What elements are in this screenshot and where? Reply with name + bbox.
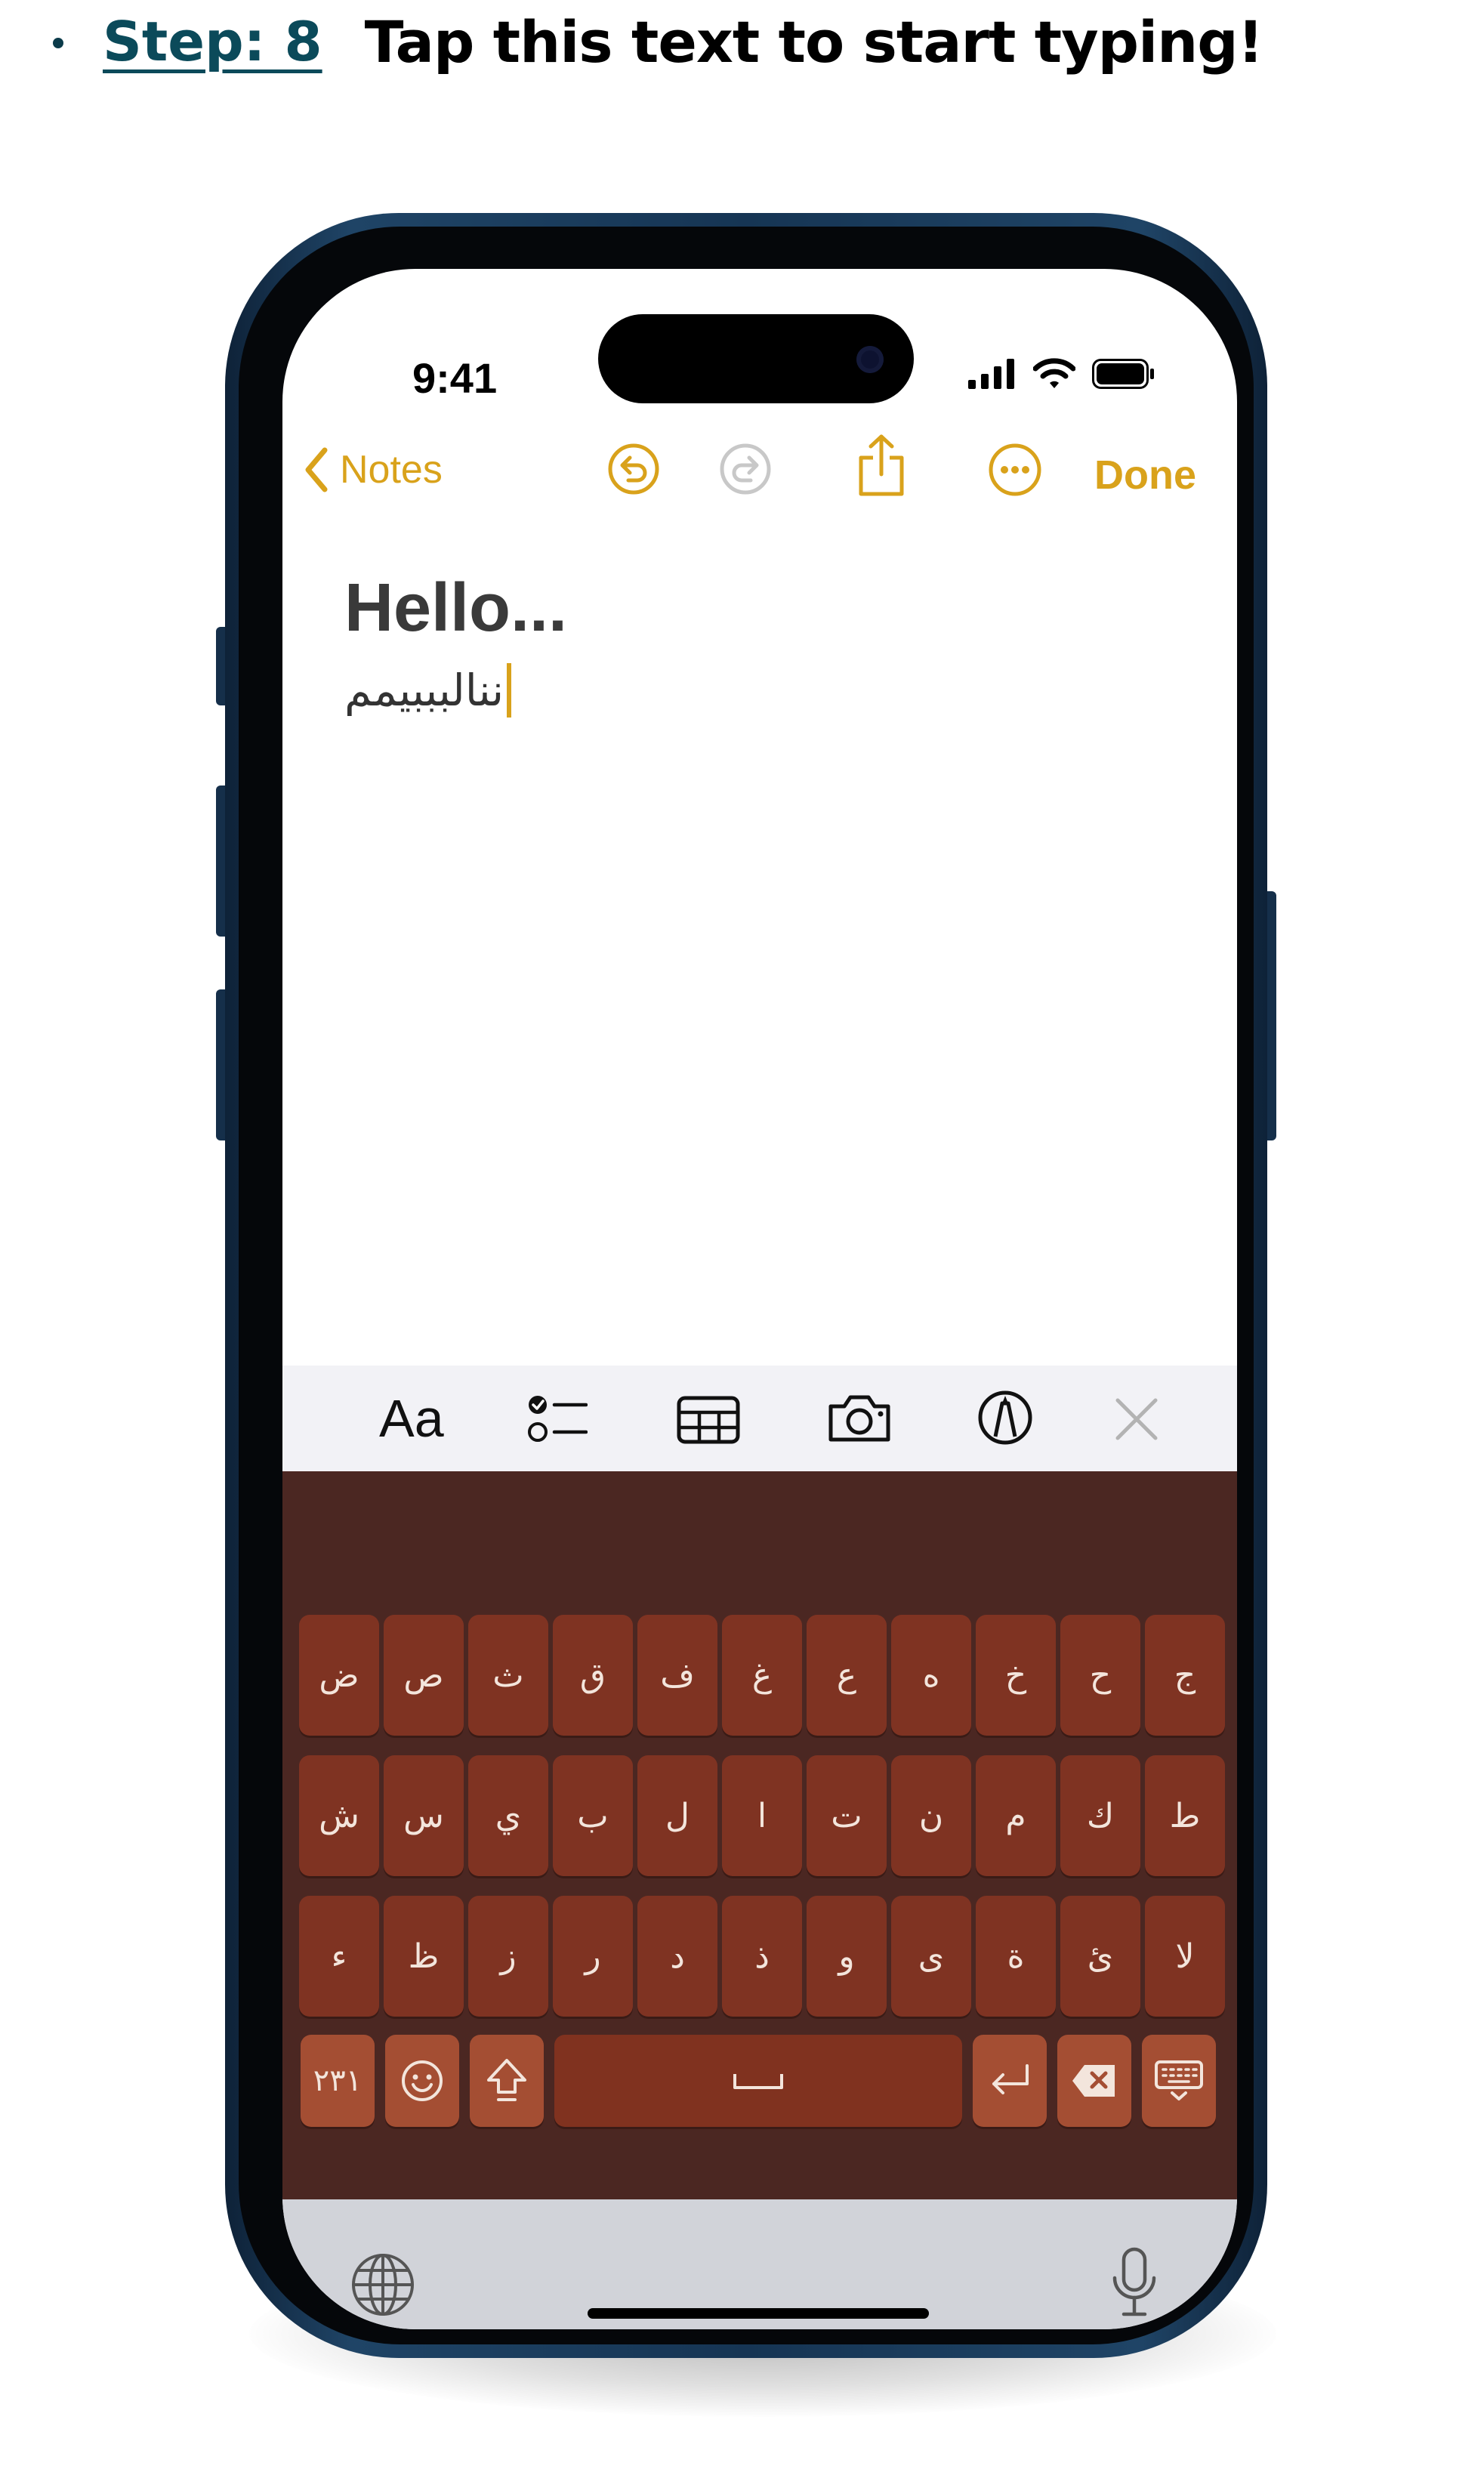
key[interactable]: ط xyxy=(1145,1755,1225,1876)
note-body-text: ننالبببيمم xyxy=(344,665,504,716)
home-indicator[interactable] xyxy=(588,2308,929,2319)
key[interactable]: ه xyxy=(891,1615,971,1736)
key[interactable]: ئ xyxy=(1060,1896,1140,2017)
battery-icon xyxy=(1092,359,1154,389)
key[interactable]: ح xyxy=(1060,1615,1140,1736)
bullet-point xyxy=(53,38,63,48)
key[interactable]: ل xyxy=(637,1755,717,1876)
key[interactable]: ت xyxy=(807,1755,887,1876)
key[interactable]: ب xyxy=(553,1755,633,1876)
key[interactable]: ا xyxy=(722,1755,802,1876)
key[interactable]: ء xyxy=(299,1896,379,2017)
key[interactable]: ر xyxy=(553,1896,633,2017)
note-body[interactable]: ننالبببيمم xyxy=(344,663,512,718)
redo-button[interactable] xyxy=(719,443,772,498)
checklist-button[interactable] xyxy=(527,1393,588,1449)
table-button[interactable] xyxy=(677,1396,740,1447)
redo-icon xyxy=(720,443,771,495)
key[interactable]: ن xyxy=(891,1755,971,1876)
table-icon xyxy=(677,1396,740,1444)
key[interactable]: ث xyxy=(468,1615,548,1736)
share-button[interactable] xyxy=(856,434,906,500)
notes-toolbar: Aa xyxy=(282,1366,1237,1471)
keyboard-dismiss-key[interactable] xyxy=(1142,2035,1216,2127)
return-icon xyxy=(992,2064,1029,2094)
camera-icon xyxy=(828,1395,890,1442)
undo-icon xyxy=(608,443,659,495)
more-icon xyxy=(989,443,1041,496)
text-caret xyxy=(507,663,512,718)
key[interactable]: ذ xyxy=(722,1896,802,2017)
key[interactable]: ز xyxy=(468,1896,548,2017)
wifi-icon xyxy=(1033,358,1075,388)
format-button[interactable]: Aa xyxy=(379,1388,444,1449)
key[interactable]: س xyxy=(384,1755,464,1876)
key[interactable]: د xyxy=(637,1896,717,2017)
shift-icon xyxy=(487,2059,526,2101)
status-time: 9:41 xyxy=(412,354,498,402)
back-label: Notes xyxy=(340,448,443,492)
phone-bezel: 9:41 Notes Done Hello... ننالبببيمم Aa ض… xyxy=(239,227,1254,2344)
phone-screen: 9:41 Notes Done Hello... ننالبببيمم Aa ض… xyxy=(282,269,1237,2329)
key[interactable]: م xyxy=(976,1755,1056,1876)
checklist-icon xyxy=(528,1396,588,1442)
key[interactable]: ض xyxy=(299,1615,379,1736)
close-icon xyxy=(1115,1398,1158,1440)
note-title[interactable]: Hello... xyxy=(344,569,567,647)
delete-key[interactable] xyxy=(1057,2035,1131,2127)
key[interactable]: ي xyxy=(468,1755,548,1876)
camera-button[interactable] xyxy=(826,1391,893,1447)
phone-frame: 9:41 Notes Done Hello... ننالبببيمم Aa ض… xyxy=(225,213,1267,2358)
key[interactable]: ج xyxy=(1145,1615,1225,1736)
emoji-key[interactable] xyxy=(385,2035,459,2127)
key[interactable]: ع xyxy=(807,1615,887,1736)
dictation-button[interactable] xyxy=(1110,2246,1159,2322)
microphone-icon xyxy=(1112,2247,1156,2316)
front-camera xyxy=(856,346,884,373)
arabic-keyboard: ض ص ث ق ف غ ع ه خ ح ج ش س ي ب ل ا ت ن م xyxy=(282,1471,1237,2199)
globe-icon xyxy=(352,2254,414,2316)
globe-button[interactable] xyxy=(350,2252,415,2320)
return-key[interactable] xyxy=(973,2035,1047,2127)
done-button[interactable]: Done xyxy=(1094,452,1196,498)
markup-button[interactable] xyxy=(977,1390,1033,1449)
key[interactable]: ص xyxy=(384,1615,464,1736)
dynamic-island xyxy=(598,314,914,403)
key[interactable]: ظ xyxy=(384,1896,464,2017)
shift-key[interactable] xyxy=(470,2035,544,2127)
markup-icon xyxy=(978,1390,1032,1445)
key[interactable]: ة xyxy=(976,1896,1056,2017)
key[interactable]: ق xyxy=(553,1615,633,1736)
signal-icon xyxy=(968,359,1014,389)
key[interactable]: ش xyxy=(299,1755,379,1876)
share-icon xyxy=(859,434,904,496)
step-header: Step: 8 Tap this text to start typing! xyxy=(53,0,1263,83)
step-instruction: Tap this text to start typing! xyxy=(364,8,1264,76)
key[interactable]: ف xyxy=(637,1615,717,1736)
status-icons xyxy=(968,358,1155,390)
undo-button[interactable] xyxy=(607,443,660,498)
key[interactable]: خ xyxy=(976,1615,1056,1736)
key[interactable]: غ xyxy=(722,1615,802,1736)
chevron-left-icon xyxy=(305,447,328,492)
key[interactable]: ك xyxy=(1060,1755,1140,1876)
space-icon xyxy=(733,2074,783,2089)
more-button[interactable] xyxy=(988,443,1042,500)
close-toolbar-button[interactable] xyxy=(1115,1397,1159,1444)
emoji-icon xyxy=(402,2060,443,2101)
notes-nav-bar: Notes Done xyxy=(282,412,1237,526)
keyboard-dismiss-icon xyxy=(1155,2060,1203,2100)
back-button[interactable]: Notes xyxy=(304,447,443,492)
key[interactable]: و xyxy=(807,1896,887,2017)
step-link[interactable]: Step: 8 xyxy=(103,10,322,73)
key[interactable]: ى xyxy=(891,1896,971,2017)
key[interactable]: لا xyxy=(1145,1896,1225,2017)
space-key[interactable] xyxy=(554,2035,962,2127)
delete-icon xyxy=(1072,2065,1115,2097)
numbers-key[interactable]: ٢٣١ xyxy=(301,2035,375,2127)
